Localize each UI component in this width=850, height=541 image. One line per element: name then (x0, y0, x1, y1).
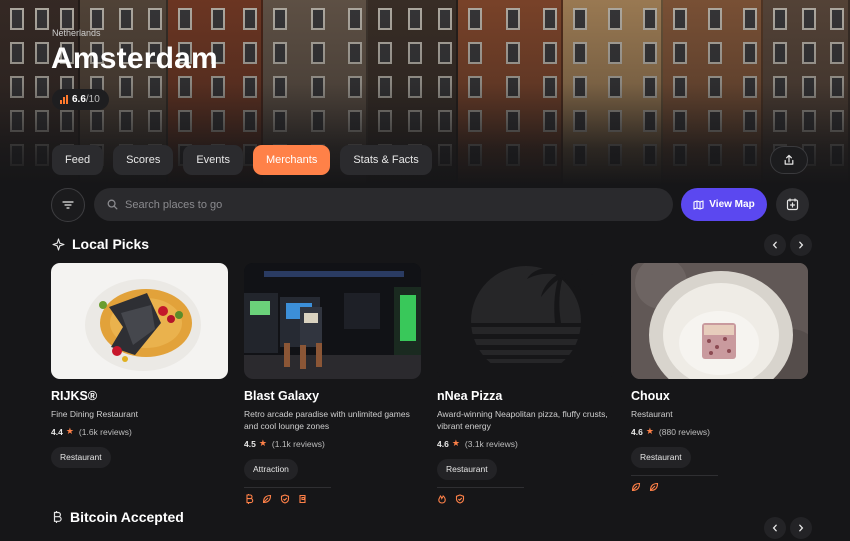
divider (244, 487, 331, 488)
review-count: (1.1k reviews) (271, 438, 325, 449)
tab-merchants[interactable]: Merchants (252, 145, 331, 175)
merchant-name: RIJKS® (51, 389, 98, 403)
payment-icons (244, 494, 421, 504)
add-place-button[interactable] (776, 188, 809, 221)
score-max: /10 (85, 94, 100, 105)
merchant-description: Fine Dining Restaurant (51, 409, 138, 419)
bitcoin-accepted-header: Bitcoin Accepted (52, 509, 184, 525)
city-title: Amsterdam (51, 42, 218, 75)
merchant-card[interactable]: RIJKS® Fine Dining Restaurant 4.4 ★ (1.6k… (51, 263, 228, 468)
bar-chart-icon (60, 95, 68, 104)
placeholder-palm-icon (471, 266, 593, 363)
merchant-description: Retro arcade paradise with unlimited gam… (244, 409, 410, 431)
rating-value: 4.6 (631, 426, 643, 437)
chevron-left-icon (772, 241, 777, 249)
map-icon (693, 199, 704, 210)
divider (631, 475, 718, 476)
merchant-photo (51, 263, 228, 379)
card-icon (298, 494, 308, 504)
star-icon: ★ (65, 426, 74, 436)
merchant-description: Restaurant (631, 409, 673, 419)
merchant-card[interactable]: Choux Restaurant 4.6 ★ (880 reviews) Rest… (631, 263, 808, 492)
search-icon (107, 199, 118, 210)
chevron-left-icon (772, 524, 777, 532)
tab-events[interactable]: Events (183, 145, 243, 175)
merchant-photo (437, 263, 614, 379)
merchant-name: Blast Galaxy (244, 389, 320, 403)
filter-button[interactable] (51, 188, 85, 222)
section-title: Bitcoin Accepted (70, 509, 184, 525)
sparkle-icon (52, 237, 65, 251)
review-count: (880 reviews) (658, 426, 710, 437)
review-count: (1.6k reviews) (78, 426, 132, 437)
search-bar[interactable] (94, 188, 673, 221)
merchant-name: nNea Pizza (437, 389, 503, 403)
merchant-description: Award-winning Neapolitan pizza, fluffy c… (437, 409, 608, 431)
star-icon: ★ (451, 438, 460, 448)
shield-icon (280, 494, 290, 504)
review-count: (3.1k reviews) (464, 438, 518, 449)
star-icon: ★ (258, 438, 267, 448)
merchant-rating: 4.5 ★ (1.1k reviews) (244, 438, 421, 449)
tab-stats-facts[interactable]: Stats & Facts (340, 145, 432, 175)
prev-button[interactable] (764, 517, 786, 539)
merchant-photo (631, 263, 808, 379)
next-button[interactable] (790, 517, 812, 539)
rating-value: 4.4 (51, 426, 63, 437)
add-to-list-icon (786, 198, 799, 211)
rating-value: 4.6 (437, 438, 449, 449)
local-picks-header: Local Picks (52, 236, 149, 252)
flame-icon (437, 494, 447, 504)
chevron-right-icon (799, 241, 804, 249)
local-picks-nav (764, 234, 812, 256)
merchant-rating: 4.6 ★ (3.1k reviews) (437, 438, 614, 449)
bitcoin-accepted-nav (764, 517, 812, 539)
bitcoin-icon (244, 494, 254, 504)
category-tag: Attraction (244, 459, 298, 480)
divider (437, 487, 524, 488)
merchant-rating: 4.4 ★ (1.6k reviews) (51, 426, 228, 437)
section-title: Local Picks (72, 236, 150, 252)
tab-scores[interactable]: Scores (113, 145, 174, 175)
payment-icons (437, 494, 614, 504)
tab-bar: Feed Scores Events Merchants Stats & Fac… (52, 145, 432, 175)
view-map-label: View Map (709, 199, 755, 210)
score-value: 6.6 (72, 94, 86, 105)
payment-icons (631, 482, 808, 492)
search-input[interactable] (125, 198, 625, 211)
country-label: Netherlands (52, 28, 101, 38)
merchant-photo (244, 263, 421, 379)
chevron-right-icon (799, 524, 804, 532)
next-button[interactable] (790, 234, 812, 256)
category-tag: Restaurant (437, 459, 497, 480)
category-tag: Restaurant (51, 447, 111, 468)
rating-value: 4.5 (244, 438, 256, 449)
leaf-icon (262, 494, 272, 504)
city-score-badge[interactable]: 6.6/10 (52, 89, 109, 110)
share-button[interactable] (770, 146, 808, 174)
bitcoin-icon (53, 510, 62, 523)
prev-button[interactable] (764, 234, 786, 256)
leaf-icon (649, 482, 659, 492)
category-tag: Restaurant (631, 447, 691, 468)
shield-icon (455, 494, 465, 504)
merchant-card[interactable]: nNea Pizza Award-winning Neapolitan pizz… (437, 263, 614, 504)
filter-icon (62, 201, 74, 209)
view-map-button[interactable]: View Map (681, 188, 767, 221)
merchant-card[interactable]: Blast Galaxy Retro arcade paradise with … (244, 263, 421, 504)
star-icon: ★ (645, 426, 654, 436)
share-icon (784, 154, 794, 165)
merchant-rating: 4.6 ★ (880 reviews) (631, 426, 808, 437)
tab-feed[interactable]: Feed (52, 145, 104, 175)
leaf-icon (631, 482, 641, 492)
merchant-name: Choux (631, 389, 670, 403)
